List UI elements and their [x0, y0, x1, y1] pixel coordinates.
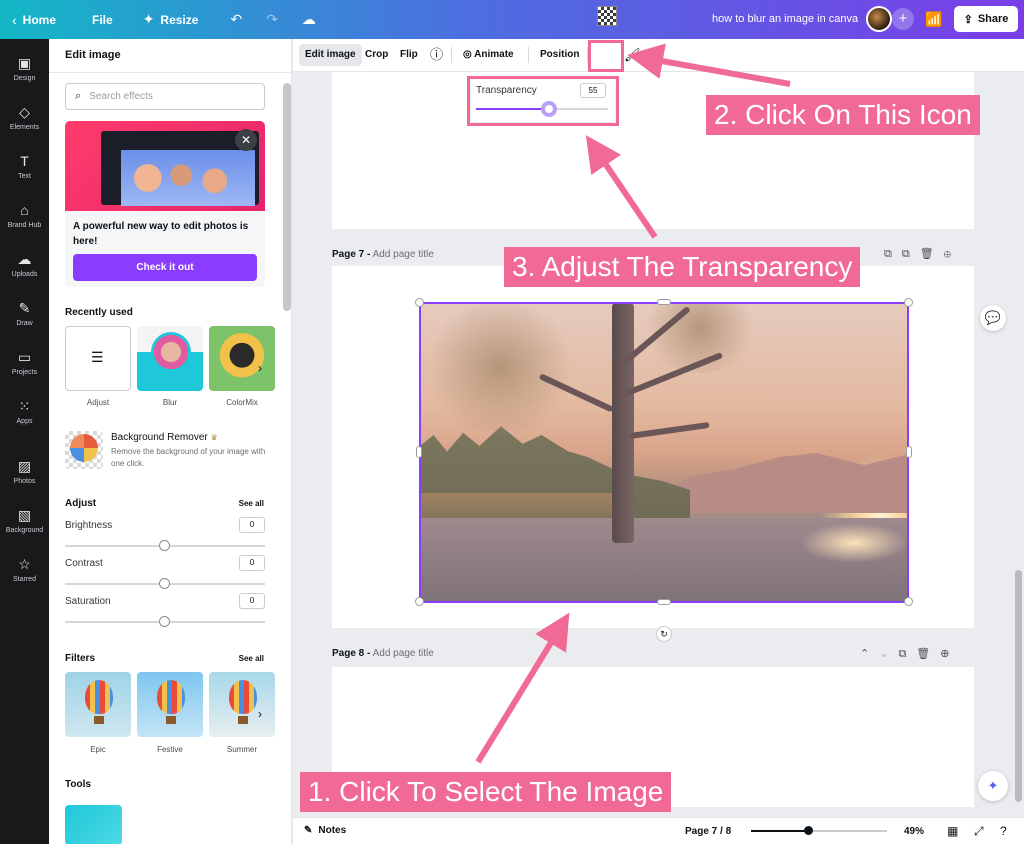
callout-step1: 1. Click To Select The Image [300, 772, 672, 812]
callout-step2: 2. Click On This Icon [706, 95, 980, 135]
callout-step3: 3. Adjust The Transparency [504, 247, 861, 287]
arrow-step1 [475, 612, 570, 764]
arrow-step2 [627, 43, 791, 87]
arrow-step3 [585, 135, 658, 239]
